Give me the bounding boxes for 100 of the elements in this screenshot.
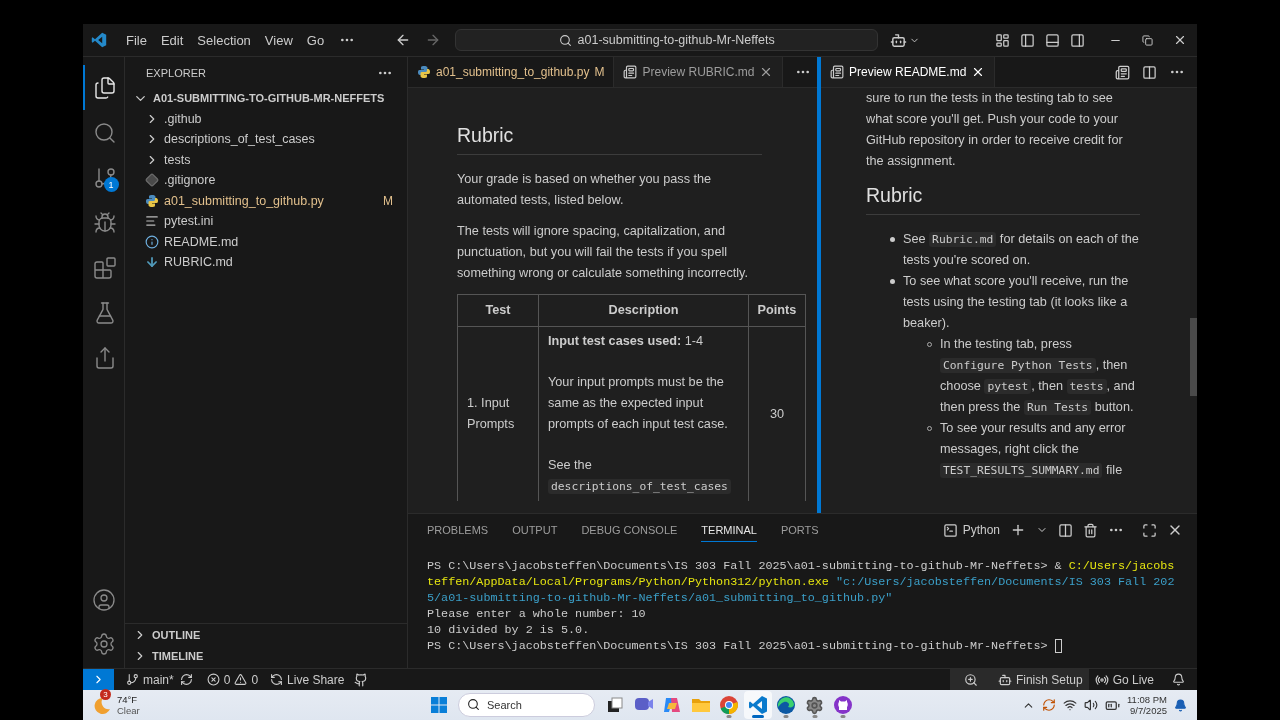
live-share-status[interactable]: Live Share	[264, 668, 351, 691]
sync-icon[interactable]	[179, 673, 193, 686]
bullet-icon	[890, 279, 895, 284]
python-icon	[145, 193, 159, 208]
table-header: Description	[538, 294, 749, 327]
list-item: To see what score you'll receive, run the tests using the testing tab (it looks like a beaker).	[903, 273, 1130, 332]
sidebar-title: EXPLORER	[146, 66, 206, 79]
panel-tab[interactable]: DEBUG CONSOLE	[581, 518, 678, 542]
robot-icon[interactable]	[890, 31, 908, 49]
tree-item[interactable]: .github	[164, 111, 393, 126]
running-indicator	[840, 715, 846, 718]
section-header[interactable]: OUTLINE	[152, 628, 201, 641]
bug-icon	[92, 210, 117, 235]
search-icon	[92, 120, 117, 145]
editor-tab[interactable]: Preview README.md	[821, 57, 996, 87]
menu-item[interactable]: View	[257, 29, 300, 51]
tree-item[interactable]: pytest.ini	[164, 214, 393, 229]
heading: Rubric	[457, 122, 762, 155]
list-item: In the testing tab, press Configure Python Tests , then choose pytest , then tests , and then press the Run Tests button.	[940, 336, 1136, 417]
lines-icon	[145, 214, 159, 229]
panel-left-icon[interactable]	[1020, 32, 1035, 48]
preview-icon	[830, 65, 844, 79]
code-editor-logo-icon	[91, 32, 107, 48]
diamond-icon	[145, 173, 159, 188]
remote-button[interactable]	[83, 668, 114, 691]
network-icon[interactable]	[1063, 698, 1078, 712]
menu-item[interactable]: Edit	[153, 29, 191, 51]
heading: Rubric	[866, 182, 1140, 215]
close-icon[interactable]	[1173, 33, 1187, 47]
zoom-status[interactable]	[949, 668, 992, 691]
start-icon[interactable]	[430, 696, 448, 714]
paragraph: Your grade is based on whether you pass the automated tests, listed below.	[457, 171, 713, 209]
maximize-icon[interactable]	[1142, 522, 1157, 538]
notification-badge: 3	[100, 689, 111, 700]
panel-right-icon[interactable]	[1070, 32, 1085, 48]
info-icon	[145, 234, 159, 249]
cell-paragraph: See the descriptions_of_test_cases	[548, 455, 739, 497]
restore-icon[interactable]	[1142, 34, 1153, 46]
warning-count: 0	[251, 672, 259, 687]
setup-status[interactable]: Finish Setup	[991, 668, 1089, 691]
branch-icon	[92, 165, 117, 190]
temperature: 74°F	[117, 694, 139, 705]
running-indicator	[751, 715, 764, 718]
clock[interactable]: 11:08 PM 9/7/2025	[1127, 694, 1167, 716]
date: 9/7/2025	[1130, 705, 1167, 716]
tree-item[interactable]: README.md	[164, 234, 393, 249]
tree-item[interactable]: RUBRIC.md	[164, 255, 393, 270]
split-icon[interactable]	[1058, 522, 1073, 538]
windows-stack-icon[interactable]	[606, 696, 625, 714]
files-icon	[92, 75, 117, 100]
go-live-status[interactable]: Go Live	[1088, 668, 1160, 691]
terminal-line: PS C:\Users\jacobsteffen\Documents\IS 303 Fall 2025\a01-submitting-to-github-Mr-Neffets>	[427, 638, 1049, 654]
plus-icon[interactable]	[1010, 522, 1026, 538]
terminal-line: teffen/AppData/Local/Programs/Python/Python312/python.exe "c:/Users/jacobsteffen/Documents/IS 303 Fall 202	[427, 574, 1175, 590]
section-header[interactable]: TIMELINE	[152, 649, 204, 662]
tree-item[interactable]: tests	[164, 152, 393, 167]
settings-icon[interactable]	[91, 632, 116, 656]
folder-title[interactable]: A01-SUBMITTING-TO-GITHUB-MR-NEFFETS	[153, 92, 385, 105]
time: 11:08 PM	[1127, 694, 1167, 705]
split-editor-icon[interactable]	[1142, 64, 1157, 80]
panel-tab[interactable]: OUTPUT	[512, 518, 558, 542]
account-icon[interactable]	[91, 588, 116, 612]
git-status: M	[594, 65, 605, 79]
editor-tab[interactable]: Preview RUBRIC.md	[614, 57, 784, 87]
cat-icon[interactable]	[354, 672, 369, 687]
trash-icon[interactable]	[1083, 522, 1098, 538]
cell-paragraph: Input test cases used: 1-4	[548, 333, 705, 350]
command-center[interactable]: a01-submitting-to-github-Mr-Neffets	[455, 29, 879, 51]
problems-status[interactable]: 0 0	[200, 668, 265, 691]
weather-condition: Clear	[117, 705, 140, 716]
gear-icon[interactable]	[805, 695, 825, 715]
python-icon	[417, 65, 431, 79]
bullet-icon	[890, 237, 895, 242]
terminal-line: 10 divided by 2 is 5.0.	[427, 622, 590, 638]
search-icon	[558, 33, 572, 47]
bell-icon[interactable]	[1174, 698, 1187, 712]
panel-tab[interactable]: PORTS	[780, 518, 819, 542]
error-count: 0	[223, 672, 231, 687]
panel-tab[interactable]: PROBLEMS	[427, 518, 489, 542]
tree-item[interactable]: .gitignore	[164, 173, 393, 188]
panel-bottom-icon[interactable]	[1045, 32, 1060, 48]
git-status: M	[383, 193, 393, 208]
activity-item[interactable]: 1	[83, 155, 125, 200]
terminal-profile[interactable]: Python	[942, 522, 1000, 538]
tree-item[interactable]: a01_submitting_to_github.py	[164, 193, 378, 208]
terminal-line: PS C:\Users\jacobsteffen\Documents\IS 303 Fall 2025\a01-submitting-to-github-Mr-Neffets> & C:/Users/jacobs	[427, 558, 1175, 574]
robot-icon	[997, 672, 1012, 687]
menu-item[interactable]: File	[119, 29, 154, 51]
layout-icon[interactable]	[995, 32, 1010, 48]
running-indicator	[812, 715, 818, 718]
taskbar-search-field[interactable]: Search	[458, 693, 595, 717]
panel-tab[interactable]: TERMINAL	[701, 518, 757, 542]
menu-item[interactable]: Go	[299, 29, 332, 51]
tree-item[interactable]: descriptions_of_test_cases	[164, 132, 393, 147]
error-icon	[206, 673, 220, 686]
menu-item[interactable]: Selection	[190, 29, 258, 51]
branch-status[interactable]: main*	[120, 668, 180, 691]
cell-paragraph: Your input prompts must be the same as the expected input prompts of each input test case.	[548, 374, 729, 433]
broadcast-icon	[1094, 672, 1109, 687]
volume-icon[interactable]	[1084, 698, 1099, 712]
